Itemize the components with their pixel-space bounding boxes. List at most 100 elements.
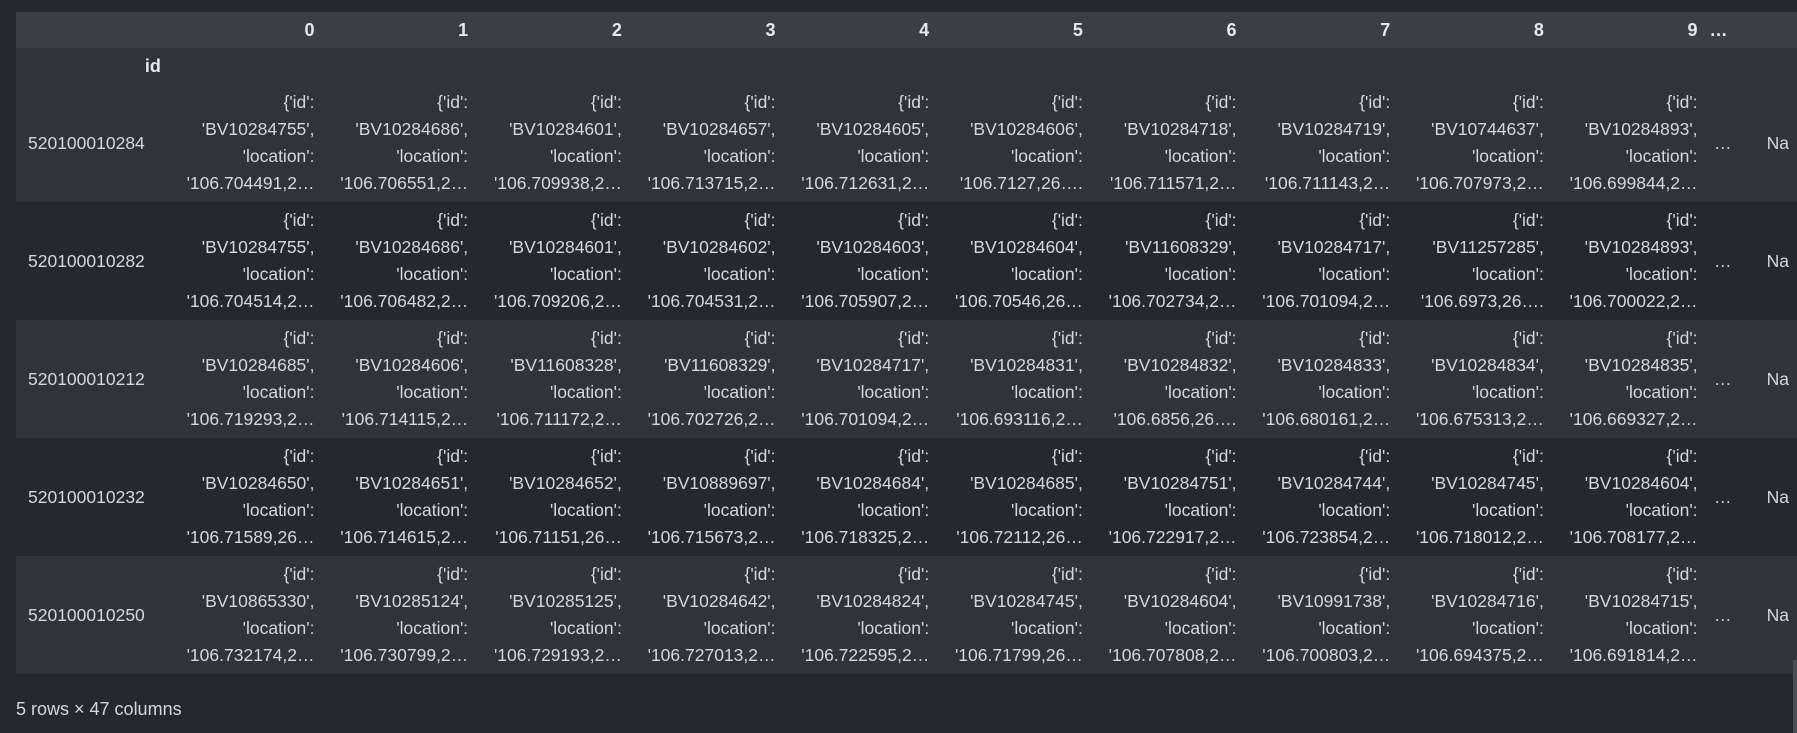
row-index: 520100010282 — [16, 202, 169, 320]
cell-line: 'BV10284893', — [1584, 237, 1698, 258]
cell-line: 'location': — [857, 618, 930, 638]
cell-line: 'BV10284745', — [1431, 473, 1544, 494]
table-cell: {'id': 'BV10284745', 'location': '106.71801… — [1398, 438, 1552, 556]
cell-line: {'id': — [1666, 564, 1698, 585]
cell-line: '106.727013,2… — [647, 644, 776, 665]
cell-line: '106.675313,2… — [1415, 408, 1544, 429]
cell-line: 'location': — [857, 264, 930, 284]
cell-line: 'BV10284642', — [662, 591, 776, 612]
cell-line: '106.709206,2… — [493, 290, 622, 311]
truncation-ellipsis-cell: … — [1705, 202, 1740, 320]
cell-line: 'BV10284604', — [1123, 591, 1237, 612]
cell-line: 'BV10284755', — [201, 119, 315, 140]
table-row: 520100010212 {'id': 'BV10284685', 'location… — [16, 320, 1797, 438]
cell-line: {'id': — [1205, 564, 1237, 585]
table-cell: {'id': 'BV10284605', 'location': '106.71263… — [783, 84, 938, 202]
table-cell: {'id': 'BV10284606', 'location': '106.7127,… — [937, 84, 1091, 202]
cell-line: {'id': — [590, 446, 622, 467]
table-cell: {'id': 'BV10284744', 'location': '106.72385… — [1244, 438, 1399, 556]
column-header: 4 — [783, 12, 938, 48]
cell-line: 'location': — [1164, 618, 1237, 638]
cell-line: '106.718325,2… — [801, 526, 930, 547]
cell-line: 'location': — [857, 146, 930, 166]
index-name-header: id — [16, 48, 169, 84]
cell-line: 'location': — [1164, 146, 1237, 166]
table-row: 520100010250 {'id': 'BV10865330', 'location… — [16, 556, 1797, 674]
cell-line: 'location': — [549, 146, 622, 166]
cell-line: {'id': — [590, 210, 622, 231]
cell-line: 'BV10284657', — [662, 119, 776, 140]
table-cell: {'id': 'BV10284833', 'location': '106.68016… — [1244, 320, 1399, 438]
cell-line: '106.694375,2… — [1415, 644, 1544, 665]
cell-line: '106.700022,2… — [1569, 290, 1698, 311]
table-cell: {'id': 'BV10284755', 'location': '106.70451… — [168, 202, 323, 320]
table-cell: {'id': 'BV10284685', 'location': '106.72112… — [937, 438, 1091, 556]
table-cell: {'id': 'BV11608329', 'location': '106.70273… — [1090, 202, 1245, 320]
cell-line: '106.714615,2… — [340, 526, 469, 547]
dataframe-table: 0 1 2 3 4 5 6 7 8 9 … id 520100010284 {'… — [16, 12, 1797, 674]
cell-line: 'BV10284686', — [355, 119, 469, 140]
column-header: 7 — [1244, 12, 1399, 48]
table-cell: {'id': 'BV10284602', 'location': '106.70453… — [629, 202, 784, 320]
cell-line: {'id': — [590, 92, 622, 113]
cell-line: {'id': — [1359, 210, 1391, 231]
cell-line: 'location': — [703, 146, 776, 166]
cell-line: 'BV10284718', — [1123, 119, 1237, 140]
cell-line: 'BV10284685', — [201, 355, 315, 376]
cell-line: {'id': — [744, 446, 776, 467]
cell-line: 'location': — [703, 618, 776, 638]
cell-line: 'BV11608329', — [664, 355, 776, 376]
cell-line: 'location': — [1318, 618, 1391, 638]
cell-line: 'BV10284685', — [970, 473, 1083, 494]
cell-line: {'id': — [898, 446, 930, 467]
cell-line: {'id': — [1512, 564, 1544, 585]
cell-line: '106.706482,2… — [340, 290, 469, 311]
cell-line: {'id': — [1666, 210, 1698, 231]
cell-line: '106.702734,2… — [1108, 290, 1237, 311]
cell-line: '106.732174,2… — [186, 644, 315, 665]
cell-line: 'location': — [1472, 500, 1544, 520]
table-cell: {'id': 'BV10284755', 'location': '106.70449… — [168, 84, 323, 202]
column-header-ellipsis: … — [1705, 12, 1740, 48]
cell-line: 'location': — [242, 264, 315, 284]
cell-line: {'id': — [1051, 564, 1083, 585]
table-cell: {'id': 'BV10285124', 'location': '106.73079… — [322, 556, 477, 674]
cell-line: '106.701094,2… — [1262, 290, 1391, 311]
cell-line: 'BV11608329', — [1125, 237, 1237, 258]
corner-header — [16, 12, 169, 48]
cell-line: 'location': — [1472, 146, 1544, 166]
cell-line: 'BV10284603', — [816, 237, 930, 258]
cell-line: 'location': — [1010, 382, 1083, 402]
vertical-scrollbar[interactable] — [1793, 660, 1797, 733]
cell-line: 'BV10284602', — [662, 237, 776, 258]
cell-line: {'id': — [744, 328, 776, 349]
truncation-ellipsis-cell: … — [1705, 438, 1740, 556]
cell-line: 'BV10285125', — [509, 591, 622, 612]
column-header-row: 0 1 2 3 4 5 6 7 8 9 … — [16, 12, 1797, 48]
cell-line: '106.723854,2… — [1262, 526, 1391, 547]
cell-line: 'location': — [1164, 500, 1237, 520]
cell-line: {'id': — [1205, 92, 1237, 113]
table-cell: {'id': 'BV10284831', 'location': '106.69311… — [937, 320, 1091, 438]
cell-line: '106.6973,26…. — [1420, 290, 1544, 311]
column-header: 2 — [476, 12, 630, 48]
cell-line: 'BV10284606', — [355, 355, 469, 376]
table-cell: {'id': 'BV11608328', 'location': '106.71117… — [476, 320, 630, 438]
cell-line: '106.693116,2… — [956, 408, 1083, 429]
cell-line: 'BV10284824', — [816, 591, 930, 612]
column-header: 5 — [937, 12, 1091, 48]
cell-line: {'id': — [437, 92, 469, 113]
cell-line: 'location': — [857, 500, 930, 520]
table-cell: {'id': 'BV11608329', 'location': '106.70272… — [629, 320, 784, 438]
table-cell: {'id': 'BV10284751', 'location': '106.72291… — [1090, 438, 1245, 556]
cell-line: {'id': — [437, 446, 469, 467]
cell-line: {'id': — [1205, 210, 1237, 231]
cell-line: 'location': — [396, 500, 469, 520]
cell-line: 'BV10284717', — [1277, 237, 1391, 258]
cell-line: 'BV10889697', — [662, 473, 776, 494]
cell-line: {'id': — [1512, 328, 1544, 349]
cell-line: 'BV11608328', — [510, 355, 622, 376]
cell-line: 'location': — [396, 264, 469, 284]
cell-line: 'location': — [1318, 264, 1391, 284]
cell-line: {'id': — [1666, 446, 1698, 467]
